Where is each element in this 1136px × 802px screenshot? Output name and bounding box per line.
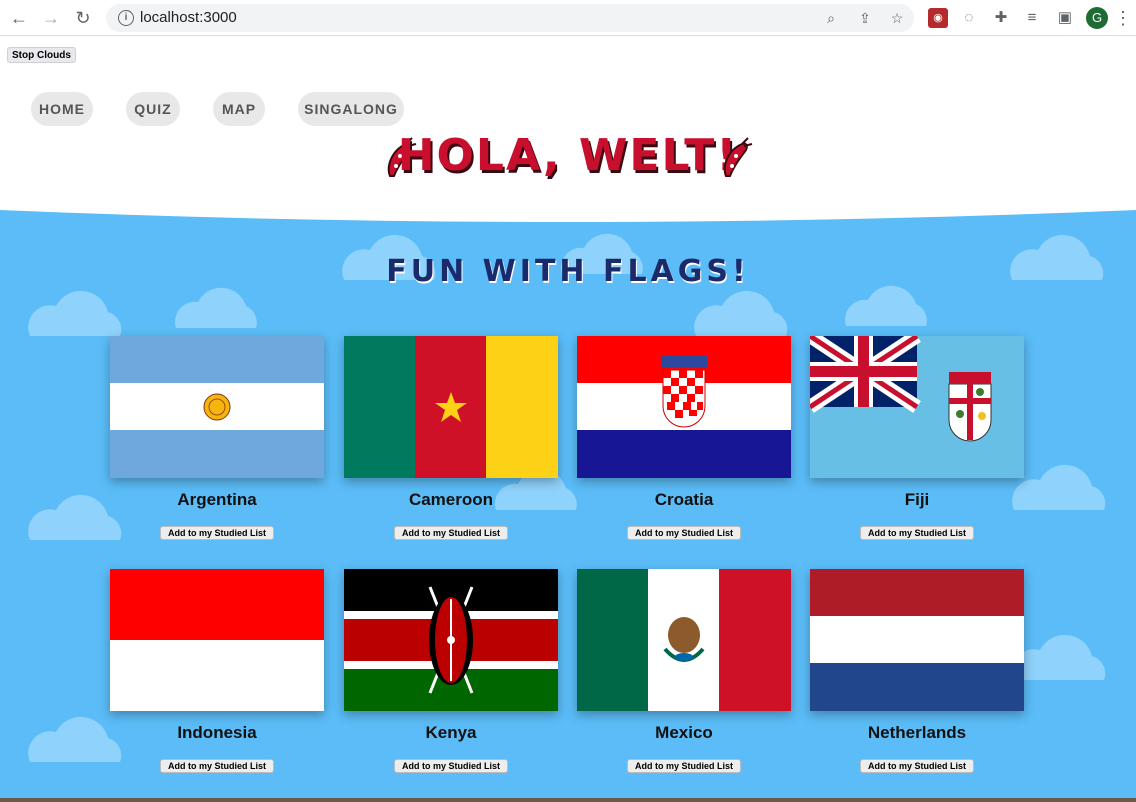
- sidepanel-icon[interactable]: ▣: [1055, 8, 1075, 28]
- bookmark-star-icon[interactable]: ☆: [888, 9, 906, 27]
- add-to-studied-list-button[interactable]: Add to my Studied List: [394, 526, 508, 540]
- nav-map[interactable]: MAP: [213, 92, 265, 126]
- site-title: HOLA, WELT!: [397, 130, 739, 181]
- country-name: Croatia: [654, 490, 714, 509]
- nav-home[interactable]: HOME: [31, 92, 93, 126]
- flag-croatia[interactable]: [577, 336, 791, 478]
- country-name: Indonesia: [177, 723, 257, 742]
- menu-kebab-icon[interactable]: ⋮: [1114, 8, 1132, 28]
- flag-netherlands[interactable]: [810, 569, 1024, 711]
- bottom-edge: [0, 798, 1136, 802]
- reload-icon[interactable]: ↻: [72, 7, 94, 29]
- add-to-studied-list-button[interactable]: Add to my Studied List: [627, 526, 741, 540]
- add-to-studied-list-button[interactable]: Add to my Studied List: [860, 526, 974, 540]
- flag-kenya[interactable]: [344, 569, 558, 711]
- add-to-studied-list-button[interactable]: Add to my Studied List: [394, 759, 508, 773]
- country-name: Netherlands: [867, 723, 967, 742]
- back-arrow-icon[interactable]: ←: [8, 7, 30, 29]
- puzzle-icon[interactable]: ✚: [991, 8, 1011, 28]
- section-title: FUN WITH FLAGS!: [386, 254, 750, 289]
- nav-singalong[interactable]: SINGALONG: [298, 92, 404, 126]
- add-to-studied-list-button[interactable]: Add to my Studied List: [160, 759, 274, 773]
- nav-quiz[interactable]: QUIZ: [126, 92, 180, 126]
- flag-argentina[interactable]: [110, 336, 324, 478]
- profile-avatar[interactable]: G: [1086, 7, 1108, 29]
- page-content: Stop Clouds HOME QUIZ MAP SINGALONG HOLA…: [0, 36, 1136, 802]
- flag-cameroon[interactable]: [344, 336, 558, 478]
- site-info-icon[interactable]: i: [118, 10, 134, 26]
- country-name: Argentina: [177, 490, 257, 509]
- extension-face-icon[interactable]: ◌: [959, 8, 979, 28]
- flags-section: FUN WITH FLAGS! Argentina Add to my Stud…: [0, 210, 1136, 802]
- address-bar[interactable]: i localhost:3000 ⌕ ⇪ ☆: [106, 4, 914, 32]
- url-text: localhost:3000: [140, 9, 237, 26]
- flag-mexico[interactable]: [577, 569, 791, 711]
- browser-toolbar: ← → ↻ i localhost:3000 ⌕ ⇪ ☆ ◉ ◌ ✚ ≡ ▣ G…: [0, 0, 1136, 36]
- share-icon[interactable]: ⇪: [856, 9, 874, 27]
- country-name: Fiji: [904, 490, 930, 509]
- flag-indonesia[interactable]: [110, 569, 324, 711]
- zoom-icon[interactable]: ⌕: [822, 9, 840, 27]
- flag-fiji[interactable]: [810, 336, 1024, 478]
- add-to-studied-list-button[interactable]: Add to my Studied List: [860, 759, 974, 773]
- media-icon[interactable]: ≡: [1022, 8, 1042, 28]
- chili-pepper-icon: [723, 137, 753, 177]
- forward-arrow-icon[interactable]: →: [40, 7, 62, 29]
- country-name: Cameroon: [408, 490, 494, 509]
- add-to-studied-list-button[interactable]: Add to my Studied List: [160, 526, 274, 540]
- extension-red-icon[interactable]: ◉: [928, 8, 948, 28]
- country-name: Kenya: [425, 723, 477, 742]
- country-name: Mexico: [655, 723, 713, 742]
- add-to-studied-list-button[interactable]: Add to my Studied List: [627, 759, 741, 773]
- stop-clouds-button[interactable]: Stop Clouds: [7, 47, 76, 63]
